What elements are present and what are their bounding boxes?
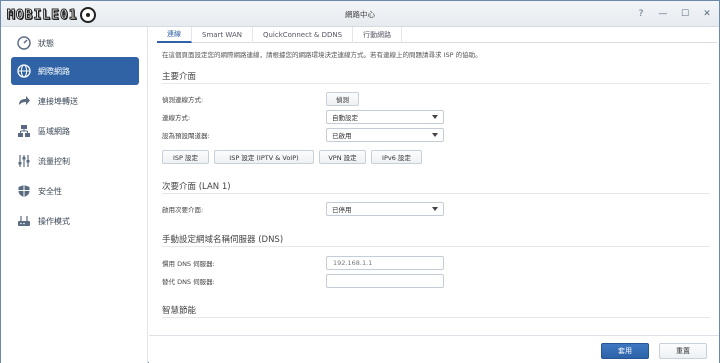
sidebar-item-label: 流量控制 bbox=[38, 156, 70, 166]
sidebar-item-internet[interactable]: 網際網路 bbox=[11, 57, 139, 85]
tab-mobile-network[interactable]: 行動網路 bbox=[353, 27, 403, 43]
tab-bar: 連線 Smart WAN QuickConnect & DDNS 行動網路 bbox=[157, 27, 717, 43]
alternate-dns-row: 替代 DNS 伺服器: bbox=[162, 274, 710, 288]
section-title-smart-saving: 智慧節能 bbox=[162, 304, 710, 318]
sidebar-item-lan[interactable]: 區域網路 bbox=[11, 117, 139, 145]
tab-connection[interactable]: 連線 bbox=[157, 27, 192, 43]
dashboard-icon bbox=[17, 36, 31, 50]
preferred-dns-input[interactable]: 192.168.1.1 bbox=[326, 256, 444, 270]
tab-quickconnect-ddns[interactable]: QuickConnect & DDNS bbox=[253, 27, 354, 43]
secondary-enable-label: 啟用次要介面: bbox=[162, 206, 204, 214]
title-bar: MOBILE01 網路中心 ? — ☐ ✕ bbox=[1, 1, 719, 27]
sliders-icon bbox=[17, 154, 31, 168]
secondary-enable-select[interactable]: 已停用 bbox=[326, 202, 444, 216]
window-controls: ? — ☐ ✕ bbox=[635, 8, 713, 20]
maximize-icon[interactable]: ☐ bbox=[679, 8, 691, 20]
detect-button[interactable]: 偵測 bbox=[326, 92, 359, 106]
minimize-icon[interactable]: — bbox=[657, 8, 669, 20]
sidebar-item-traffic-control[interactable]: 流量控制 bbox=[11, 147, 139, 175]
sidebar-item-label: 操作模式 bbox=[38, 216, 70, 226]
connection-settings: 在這個頁面設定您的網際網路連線，請根據您的網路環境決定連線方式。若有連線上的問題… bbox=[162, 49, 710, 318]
primary-settings-buttons: ISP 設定 ISP 設定 (IPTV & VoIP) VPN 設定 IPv6 … bbox=[162, 150, 422, 164]
section-title-secondary: 次要介面 (LAN 1) bbox=[162, 180, 710, 194]
reset-button[interactable]: 重置 bbox=[659, 343, 707, 359]
ipv6-settings-button[interactable]: IPv6 設定 bbox=[371, 150, 422, 164]
sidebar-item-label: 網際網路 bbox=[38, 66, 70, 76]
forward-arrow-icon bbox=[17, 94, 31, 108]
vpn-settings-button[interactable]: VPN 設定 bbox=[319, 150, 366, 164]
connection-type-label: 連線方式: bbox=[162, 114, 191, 122]
router-icon bbox=[17, 214, 31, 228]
alternate-dns-input[interactable] bbox=[326, 274, 444, 288]
sidebar-item-label: 連接埠轉送 bbox=[38, 96, 78, 106]
section-title-primary: 主要介面 bbox=[162, 70, 710, 84]
alternate-dns-label: 替代 DNS 伺服器: bbox=[162, 278, 215, 286]
section-title-dns: 手動設定網域名稱伺服器 (DNS) bbox=[162, 233, 710, 247]
help-icon[interactable]: ? bbox=[635, 8, 647, 20]
default-gateway-select[interactable]: 已啟用 bbox=[326, 128, 444, 142]
isp-settings-button[interactable]: ISP 設定 bbox=[162, 150, 209, 164]
detect-row: 偵測連線方式: 偵測 bbox=[162, 92, 710, 106]
sidebar-item-label: 狀態 bbox=[38, 38, 54, 48]
isp-iptv-voip-settings-button[interactable]: ISP 設定 (IPTV & VoIP) bbox=[214, 150, 314, 164]
connection-type-select[interactable]: 自動設定 bbox=[326, 110, 444, 124]
secondary-enable-row: 啟用次要介面: 已停用 bbox=[162, 202, 710, 216]
shield-icon bbox=[17, 184, 31, 198]
sidebar-item-status[interactable]: 狀態 bbox=[11, 29, 139, 57]
sidebar-item-security[interactable]: 安全性 bbox=[11, 177, 139, 205]
main-panel: 連線 Smart WAN QuickConnect & DDNS 行動網路 在這… bbox=[149, 27, 719, 363]
sidebar: 狀態 網際網路 連接埠轉送 區域網路 流量控制 安全性 操作模式 bbox=[1, 27, 148, 363]
preferred-dns-row: 慣用 DNS 伺服器: 192.168.1.1 bbox=[162, 256, 710, 270]
connection-type-value: 自動設定 bbox=[332, 114, 358, 122]
network-icon bbox=[17, 124, 31, 138]
footer-bar: 套用 重置 bbox=[149, 335, 719, 363]
tab-smart-wan[interactable]: Smart WAN bbox=[192, 27, 253, 43]
preferred-dns-label: 慣用 DNS 伺服器: bbox=[162, 260, 215, 268]
default-gateway-value: 已啟用 bbox=[332, 132, 352, 140]
globe-icon bbox=[17, 64, 31, 78]
close-icon[interactable]: ✕ bbox=[701, 8, 713, 20]
window-title: 網路中心 bbox=[345, 10, 375, 19]
network-center-window: MOBILE01 網路中心 ? — ☐ ✕ 狀態 網際網路 連接埠轉送 區域網路… bbox=[0, 0, 720, 363]
secondary-enable-value: 已停用 bbox=[332, 206, 352, 214]
connection-type-row: 連線方式: 自動設定 bbox=[162, 110, 710, 124]
chevron-down-icon bbox=[432, 133, 438, 137]
detect-label: 偵測連線方式: bbox=[162, 96, 204, 104]
default-gateway-row: 設為預設閘道器: 已啟用 bbox=[162, 128, 710, 142]
page-description: 在這個頁面設定您的網際網路連線，請根據您的網路環境決定連線方式。若有連線上的問題… bbox=[162, 51, 482, 59]
chevron-down-icon bbox=[432, 207, 438, 211]
chevron-down-icon bbox=[432, 115, 438, 119]
apply-button[interactable]: 套用 bbox=[601, 343, 649, 359]
sidebar-item-label: 安全性 bbox=[38, 186, 62, 196]
sidebar-item-operation-mode[interactable]: 操作模式 bbox=[11, 207, 139, 235]
sidebar-item-port-forwarding[interactable]: 連接埠轉送 bbox=[11, 87, 139, 115]
default-gateway-label: 設為預設閘道器: bbox=[162, 132, 210, 140]
sidebar-item-label: 區域網路 bbox=[38, 126, 70, 136]
